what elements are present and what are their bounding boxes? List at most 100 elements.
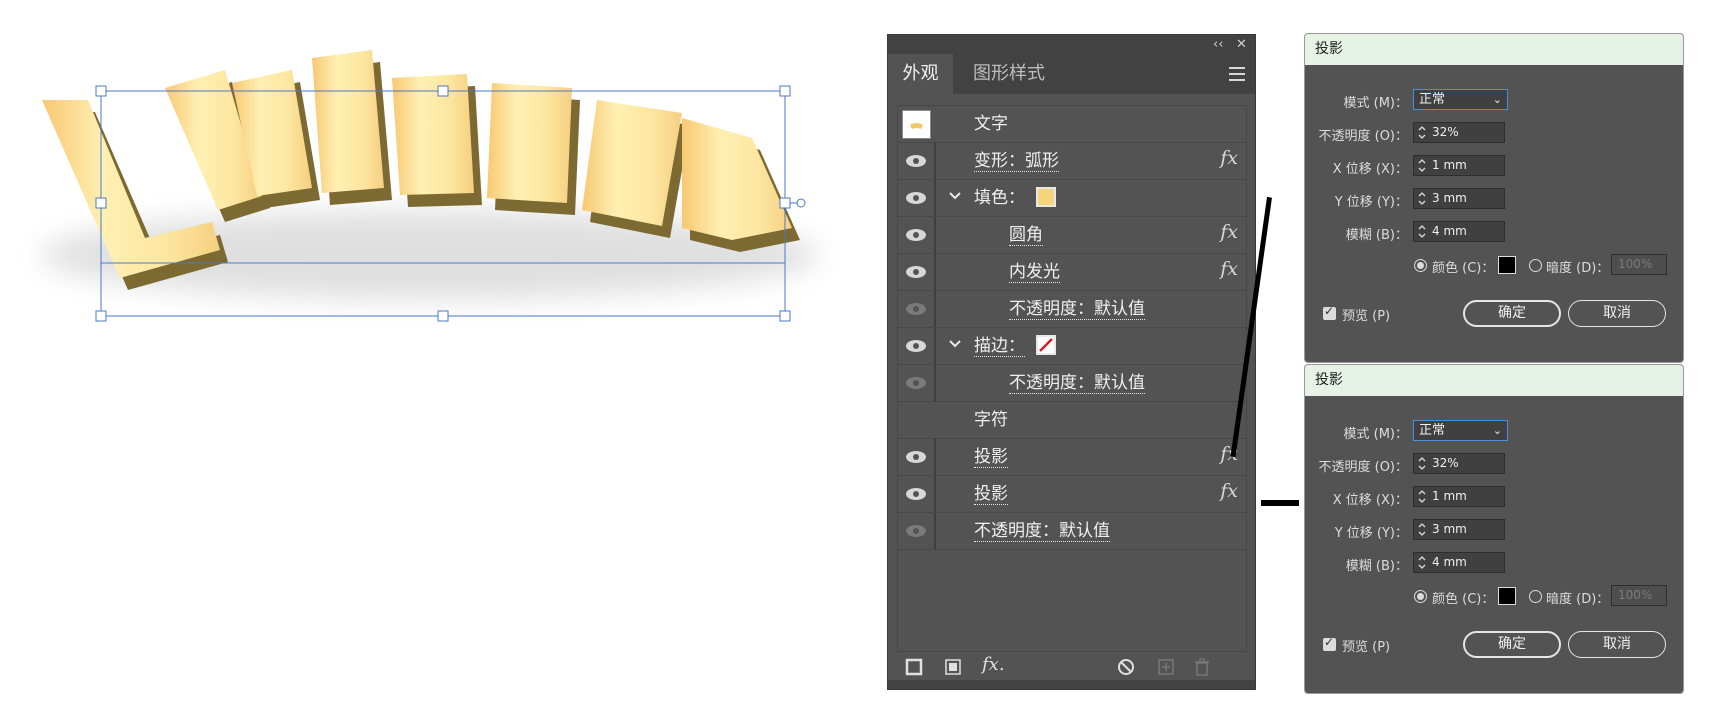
handle-bottom-center	[437, 310, 449, 322]
color-label: 颜色 (C)：	[1432, 261, 1495, 276]
x-offset-label: X 位移 (X)：	[1332, 162, 1408, 177]
eye-icon[interactable]	[904, 151, 928, 171]
row-fill[interactable]: 填色：	[898, 180, 1246, 217]
eye-icon-dim[interactable]	[904, 521, 928, 541]
color-label: 颜色 (C)：	[1432, 592, 1495, 607]
handle-top-center	[437, 85, 449, 97]
darkness-radio[interactable]	[1529, 590, 1542, 603]
shadow-color-swatch[interactable]	[1498, 587, 1516, 605]
blur-label: 模糊 (B)：	[1345, 559, 1408, 574]
panel-title-bar[interactable]: ‹‹ ✕	[888, 35, 1255, 54]
chevron-down-icon[interactable]	[948, 337, 962, 351]
warp-link[interactable]: 变形：弧形	[974, 151, 1059, 172]
row-stroke-opacity[interactable]: 不透明度：默认值	[898, 365, 1246, 402]
clear-appearance-icon[interactable]	[1116, 657, 1136, 677]
mode-select[interactable]: 正常 ⌄	[1413, 89, 1508, 110]
row-fill-opacity[interactable]: 不透明度：默认值	[898, 291, 1246, 328]
fill-opacity-link[interactable]: 不透明度：默认值	[1009, 299, 1145, 320]
row-round-corners[interactable]: 圆角 fx	[898, 217, 1246, 254]
dialog-title[interactable]: 投影	[1305, 34, 1683, 65]
drop-shadow-link[interactable]: 投影	[974, 484, 1008, 505]
y-offset-input[interactable]: 3 mm	[1413, 188, 1505, 209]
row-inner-glow[interactable]: 内发光 fx	[898, 254, 1246, 291]
row-drop-shadow-2[interactable]: 投影 fx	[898, 476, 1246, 513]
appearance-panel: ‹‹ ✕ 外观 图形样式 文字 变形：弧形 fx 填色： 圆角 fx 内发光 f…	[887, 34, 1256, 690]
y-offset-input[interactable]: 3 mm	[1413, 519, 1505, 540]
fill-color-swatch[interactable]	[1036, 187, 1056, 207]
artwork-canvas[interactable]	[0, 0, 860, 340]
darkness-radio[interactable]	[1529, 259, 1542, 272]
row-object-type[interactable]: 文字	[898, 106, 1246, 143]
warp-handle	[796, 198, 806, 208]
row-label: 文字	[974, 114, 1008, 134]
connector-line-lower	[1261, 500, 1299, 506]
handle-top-left	[95, 85, 107, 97]
y-offset-label: Y 位移 (Y)：	[1334, 195, 1408, 210]
ok-button[interactable]: 确定	[1463, 631, 1561, 658]
drop-shadow-dialog-2: 投影 模式 (M)： 正常 ⌄ 不透明度 (O)： 32% X 位移 (X)： 1…	[1304, 364, 1684, 694]
eye-icon[interactable]	[904, 484, 928, 504]
color-radio[interactable]	[1414, 590, 1427, 603]
add-fill-icon[interactable]	[943, 657, 963, 677]
preview-label[interactable]: 预览 (P)	[1342, 636, 1390, 655]
ok-button[interactable]: 确定	[1463, 300, 1561, 327]
row-warp-effect[interactable]: 变形：弧形 fx	[898, 143, 1246, 180]
panel-menu-icon[interactable]	[1229, 67, 1245, 85]
handle-middle-right	[779, 197, 791, 209]
row-drop-shadow-1[interactable]: 投影 fx	[898, 439, 1246, 476]
color-radio[interactable]	[1414, 259, 1427, 272]
preview-label[interactable]: 预览 (P)	[1342, 305, 1390, 324]
x-offset-input[interactable]: 1 mm	[1413, 486, 1505, 507]
row-characters[interactable]: 字符	[898, 402, 1246, 439]
add-effect-button[interactable]: fx.	[982, 654, 1005, 675]
mode-label: 模式 (M)：	[1343, 96, 1409, 111]
shadow-color-swatch[interactable]	[1498, 256, 1516, 274]
drop-shadow-link[interactable]: 投影	[974, 447, 1008, 468]
eye-icon[interactable]	[904, 188, 928, 208]
blur-input[interactable]: 4 mm	[1413, 552, 1505, 573]
eye-icon[interactable]	[904, 447, 928, 467]
darkness-label: 暗度 (D)：	[1546, 592, 1610, 607]
handle-bottom-right	[779, 310, 791, 322]
blur-label: 模糊 (B)：	[1345, 228, 1408, 243]
object-opacity-link[interactable]: 不透明度：默认值	[974, 521, 1110, 542]
eye-icon-dim[interactable]	[904, 299, 928, 319]
opacity-input[interactable]: 32%	[1413, 122, 1505, 143]
opacity-label: 不透明度 (O)：	[1318, 460, 1408, 475]
fx-icon: fx	[1220, 480, 1238, 502]
cancel-button[interactable]: 取消	[1568, 631, 1666, 658]
cancel-button[interactable]: 取消	[1568, 300, 1666, 327]
eye-icon[interactable]	[904, 225, 928, 245]
stroke-opacity-link[interactable]: 不透明度：默认值	[1009, 373, 1145, 394]
tab-appearance[interactable]: 外观	[888, 54, 953, 94]
x-offset-label: X 位移 (X)：	[1332, 493, 1408, 508]
fx-icon: fx	[1220, 221, 1238, 243]
eye-icon-dim[interactable]	[904, 373, 928, 393]
preview-checkbox[interactable]	[1323, 304, 1336, 320]
preview-checkbox[interactable]	[1323, 635, 1336, 651]
panel-resize-grip[interactable]	[888, 680, 1255, 689]
drop-shadow-dialog-1: 投影 模式 (M)： 正常 ⌄ 不透明度 (O)： 32% X 位移 (X)： 1…	[1304, 33, 1684, 363]
eye-icon[interactable]	[904, 262, 928, 282]
inner-glow-link[interactable]: 内发光	[1009, 262, 1060, 283]
close-panel-button[interactable]: ✕	[1236, 35, 1247, 54]
add-stroke-icon[interactable]	[904, 657, 924, 677]
stroke-none-swatch[interactable]	[1036, 335, 1056, 355]
opacity-input[interactable]: 32%	[1413, 453, 1505, 474]
tab-graphic-styles[interactable]: 图形样式	[954, 54, 1064, 94]
round-corners-link[interactable]: 圆角	[1009, 225, 1043, 246]
handle-bottom-left	[95, 310, 107, 322]
row-stroke[interactable]: 描边：	[898, 328, 1246, 365]
collapse-panel-button[interactable]: ‹‹	[1213, 35, 1223, 54]
x-offset-input[interactable]: 1 mm	[1413, 155, 1505, 176]
mode-label: 模式 (M)：	[1343, 427, 1409, 442]
blur-input[interactable]: 4 mm	[1413, 221, 1505, 242]
appearance-list: 文字 变形：弧形 fx 填色： 圆角 fx 内发光 fx 不透明度：默认值 描边…	[897, 105, 1247, 652]
row-object-opacity[interactable]: 不透明度：默认值	[898, 513, 1246, 550]
fx-icon: fx	[1220, 147, 1238, 169]
stroke-link[interactable]: 描边：	[974, 336, 1025, 357]
eye-icon[interactable]	[904, 336, 928, 356]
dialog-title[interactable]: 投影	[1305, 365, 1683, 396]
chevron-down-icon[interactable]	[948, 189, 962, 203]
mode-select[interactable]: 正常 ⌄	[1413, 420, 1508, 441]
